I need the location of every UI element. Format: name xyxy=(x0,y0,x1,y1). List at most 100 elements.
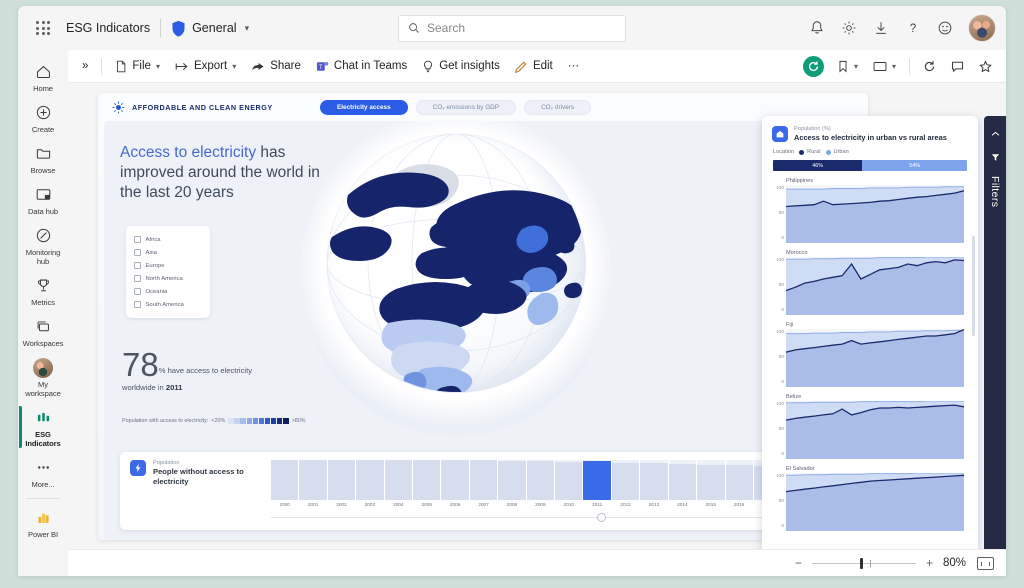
user-avatar[interactable] xyxy=(968,14,996,42)
timeline-bar[interactable] xyxy=(299,460,327,500)
help-icon[interactable]: ? xyxy=(898,13,928,43)
timeline-bar[interactable] xyxy=(668,460,697,500)
panel-scrollbar[interactable] xyxy=(972,236,975,336)
brand-name[interactable]: ESG Indicators xyxy=(66,21,150,35)
sidebar-item-home[interactable]: Home xyxy=(19,56,67,97)
sidebar-item-browse[interactable]: Browse xyxy=(19,138,67,179)
comment-button[interactable] xyxy=(944,54,971,79)
globe-map-visual[interactable] xyxy=(300,121,612,437)
legend-item-rural[interactable]: Rural xyxy=(799,149,821,155)
timeline-bar-background xyxy=(526,460,555,462)
sidebar-item-more[interactable]: More... xyxy=(19,452,67,493)
timeline-bar[interactable] xyxy=(413,460,441,500)
timeline-bar-background xyxy=(668,460,697,464)
slider-thumb[interactable] xyxy=(597,513,607,522)
country-sparkline-list[interactable]: Philippines Morocco Fiji Belize El Salvador 1… xyxy=(762,178,978,540)
feedback-icon[interactable] xyxy=(930,13,960,43)
filters-pane-collapsed[interactable]: Filters xyxy=(984,116,1006,549)
country-sparkline[interactable]: Philippines xyxy=(786,178,964,243)
timeline-bar[interactable] xyxy=(697,460,725,500)
continent-option-asia[interactable]: Asia xyxy=(134,246,202,259)
file-menu-button[interactable]: File ▾ xyxy=(108,54,167,79)
timeline-bar[interactable] xyxy=(271,460,299,500)
country-sparkline[interactable]: El Salvador xyxy=(786,466,964,531)
expand-nav-button[interactable]: » xyxy=(75,54,95,79)
timeline-bars[interactable] xyxy=(271,460,839,500)
legend-item-urban[interactable]: Urban xyxy=(825,149,849,155)
edit-button[interactable]: Edit xyxy=(508,54,560,79)
checkbox[interactable] xyxy=(134,288,141,295)
workspaces-icon xyxy=(35,316,52,337)
timeline-bar[interactable] xyxy=(555,460,583,500)
favorite-button[interactable] xyxy=(972,54,999,79)
timeline-year-label: 2002 xyxy=(336,502,347,507)
timeline-year-label: 2007 xyxy=(478,502,489,507)
timeline-bar[interactable] xyxy=(327,460,356,500)
chat-in-teams-button[interactable]: T Chat in Teams xyxy=(309,54,414,79)
timeline-slider[interactable] xyxy=(271,513,838,522)
zoom-slider[interactable] xyxy=(812,557,916,569)
timeline-bar[interactable] xyxy=(526,460,555,500)
timeline-bar[interactable] xyxy=(611,460,640,500)
download-icon[interactable] xyxy=(866,13,896,43)
checkbox[interactable] xyxy=(134,301,141,308)
timeline-visual[interactable]: Population People without access to elec… xyxy=(120,452,848,530)
zoom-in-button[interactable]: + xyxy=(924,556,935,570)
legend-swatch xyxy=(258,418,265,424)
tab-electricity-access[interactable]: Electricity access xyxy=(320,99,408,115)
checkbox[interactable] xyxy=(134,275,141,282)
fit-to-page-icon[interactable] xyxy=(977,556,994,570)
search-input[interactable]: Search xyxy=(398,14,626,42)
settings-icon[interactable] xyxy=(834,13,864,43)
timeline-bar[interactable] xyxy=(384,460,413,500)
bookmark-button[interactable]: ▾ xyxy=(830,54,865,79)
sidebar-item-create[interactable]: Create xyxy=(19,97,67,138)
notifications-icon[interactable] xyxy=(802,13,832,43)
timeline-bar[interactable] xyxy=(441,460,469,500)
tab-co2-drivers[interactable]: CO₂ drivers xyxy=(524,99,592,115)
view-icon xyxy=(873,61,887,71)
country-sparkline[interactable]: Fiji xyxy=(786,322,964,387)
continent-option-south-america[interactable]: South America xyxy=(134,298,202,311)
sidebar-item-data-hub[interactable]: Data hub xyxy=(19,179,67,220)
sidebar-item-workspaces[interactable]: Workspaces xyxy=(19,311,67,352)
continent-option-north-america[interactable]: North America xyxy=(134,272,202,285)
view-button[interactable]: ▾ xyxy=(866,54,903,79)
sidebar-item-metrics[interactable]: Metrics xyxy=(19,270,67,311)
zoom-slider-thumb[interactable] xyxy=(859,557,863,569)
legend-high: >80% xyxy=(291,418,306,424)
sidebar-item-power-bi[interactable]: Power BI xyxy=(19,502,67,543)
get-insights-button[interactable]: Get insights xyxy=(415,54,507,79)
urban-rural-ratio-bar[interactable]: 46% 54% xyxy=(773,160,967,171)
timeline-bar[interactable] xyxy=(498,460,526,500)
workspace-chip[interactable]: General ▾ xyxy=(171,20,249,37)
chevron-up-icon[interactable] xyxy=(991,124,1000,142)
tab-co2-emissions-by-gdp[interactable]: CO₂ emissions by GDP xyxy=(415,99,517,115)
zoom-out-button[interactable]: − xyxy=(793,556,804,570)
country-sparkline[interactable]: Morocco xyxy=(786,250,964,315)
checkbox[interactable] xyxy=(134,262,141,269)
export-menu-button[interactable]: Export ▾ xyxy=(168,54,243,79)
timeline-bar[interactable] xyxy=(583,460,611,500)
share-button[interactable]: Share xyxy=(244,54,308,79)
sidebar-item-esg-indicators[interactable]: ESG Indicators xyxy=(19,402,67,452)
panel-legend: Location Rural Urban xyxy=(762,142,978,155)
report-canvas: AFFORDABLE AND CLEAN ENERGY Electricity … xyxy=(68,83,1006,549)
timeline-bar[interactable] xyxy=(725,460,753,500)
sidebar-item-my-workspace[interactable]: My workspace xyxy=(19,352,67,402)
checkbox[interactable] xyxy=(134,236,141,243)
app-launcher-waffle-icon[interactable] xyxy=(28,13,58,43)
continent-option-oceania[interactable]: Oceania xyxy=(134,285,202,298)
continent-option-africa[interactable]: Africa xyxy=(134,233,202,246)
timeline-bar[interactable] xyxy=(356,460,384,500)
continent-option-europe[interactable]: Europe xyxy=(134,259,202,272)
more-commands-button[interactable]: ··· xyxy=(561,54,587,79)
timeline-bar[interactable] xyxy=(640,460,668,500)
sidebar-item-monitoring-hub[interactable]: Monitoring hub xyxy=(19,220,67,270)
refresh-button[interactable] xyxy=(916,54,943,79)
checkbox[interactable] xyxy=(134,249,141,256)
reset-icon[interactable] xyxy=(802,55,824,77)
country-sparkline[interactable]: Belize xyxy=(786,394,964,459)
timeline-bar[interactable] xyxy=(469,460,498,500)
continent-label: North America xyxy=(145,275,183,282)
